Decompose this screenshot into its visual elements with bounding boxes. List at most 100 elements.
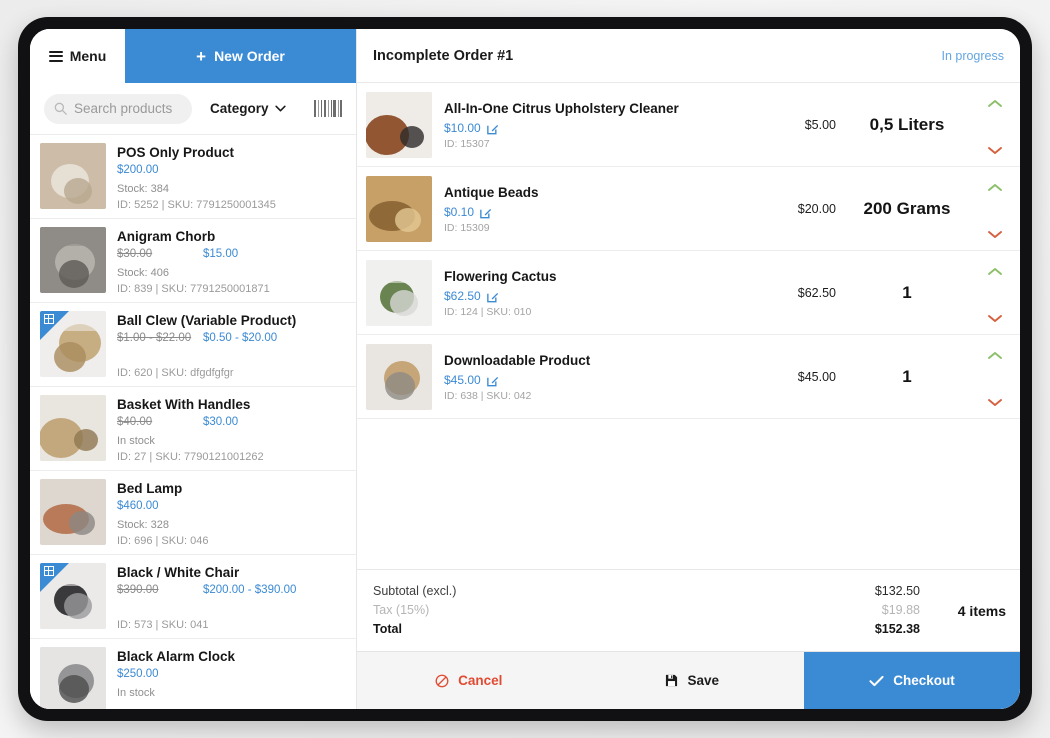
quantity-stepper — [978, 92, 1012, 158]
order-item-name: Flowering Cactus — [444, 268, 557, 284]
product-list[interactable]: POS Only Product $200.00 Stock: 384 ID: 525… — [30, 135, 356, 709]
product-filter-bar: Search products Category — [30, 83, 356, 135]
decrease-quantity-button[interactable] — [986, 395, 1004, 406]
order-item-unit-price: $10.00 — [444, 120, 481, 135]
quantity-stepper — [978, 344, 1012, 410]
tax-label: Tax (15%) — [373, 603, 430, 617]
order-item-price-line: $10.00 — [444, 121, 752, 135]
subtotal-value: $132.50 — [874, 584, 920, 598]
product-prices: $1.00 - $22.00 $0.50 - $20.00 — [117, 332, 344, 347]
subtotal-label: Subtotal (excl.) — [373, 584, 457, 598]
order-item-price-line: $45.00 — [444, 373, 752, 387]
product-thumbnail — [40, 563, 106, 629]
product-list-item[interactable]: Basket With Handles $40.00 $30.00 In stock I… — [30, 387, 356, 471]
product-thumbnail — [40, 143, 106, 209]
product-stock: In stock — [117, 687, 155, 699]
order-item-info: Flowering Cactus $62.50 ID: 124 | SKU: 010 — [444, 268, 752, 318]
product-prices: $30.00 $15.00 — [117, 248, 344, 263]
product-prices: $250.00 — [117, 668, 344, 683]
product-stock: Stock: 328 — [117, 519, 169, 531]
decrease-quantity-button[interactable] — [986, 227, 1004, 238]
product-info: Basket With Handles $40.00 $30.00 In stock I… — [117, 395, 344, 463]
search-icon — [54, 102, 67, 115]
search-input[interactable]: Search products — [44, 93, 192, 124]
edit-pencil-icon[interactable] — [486, 290, 499, 302]
totals-lines: Subtotal (excl.) $132.50 Tax (15%) $19.8… — [373, 582, 920, 639]
product-price: $250.00 — [117, 668, 159, 680]
menu-button[interactable]: Menu — [30, 29, 125, 83]
product-list-item[interactable]: Ball Clew (Variable Product) $1.00 - $22.… — [30, 303, 356, 387]
product-thumbnail — [40, 395, 106, 461]
product-stock — [117, 351, 344, 364]
product-name: POS Only Product — [117, 145, 235, 160]
product-name: Ball Clew (Variable Product) — [117, 313, 297, 328]
product-list-item[interactable]: Black / White Chair $390.00 $200.00 - $390… — [30, 555, 356, 639]
order-item-row[interactable]: Flowering Cactus $62.50 ID: 124 | SKU: 010… — [357, 251, 1020, 335]
save-button[interactable]: Save — [581, 652, 805, 709]
order-item-identifiers: ID: 124 | SKU: 010 — [444, 305, 532, 318]
product-list-item[interactable]: Bed Lamp $460.00 Stock: 328 ID: 696 | SKU: … — [30, 471, 356, 555]
product-list-item[interactable]: POS Only Product $200.00 Stock: 384 ID: 525… — [30, 135, 356, 219]
order-item-thumbnail — [366, 259, 432, 326]
increase-quantity-button[interactable] — [986, 180, 1004, 191]
edit-pencil-icon[interactable] — [480, 206, 492, 218]
increase-quantity-button[interactable] — [986, 264, 1004, 275]
decrease-quantity-button[interactable] — [986, 143, 1004, 154]
save-label: Save — [687, 673, 720, 688]
order-item-unit-price: $62.50 — [444, 288, 481, 303]
order-item-row[interactable]: All-In-One Citrus Upholstery Cleaner $10.… — [357, 83, 1020, 167]
order-item-line-total: $62.50 — [797, 285, 836, 300]
checkout-button[interactable]: Checkout — [804, 652, 1020, 709]
grid-icon — [44, 566, 54, 576]
order-item-quantity[interactable]: 0,5 Liters — [848, 115, 966, 135]
new-order-button[interactable]: + New Order — [125, 29, 356, 83]
increase-quantity-button[interactable] — [986, 348, 1004, 359]
product-list-item[interactable]: Anigram Chorb $30.00 $15.00 Stock: 406 ID: 8… — [30, 219, 356, 303]
decrease-quantity-button[interactable] — [986, 311, 1004, 322]
plus-icon: + — [196, 46, 207, 66]
product-list-item[interactable]: Black Alarm Clock $250.00 In stock — [30, 639, 356, 709]
barcode-scan-button[interactable] — [313, 100, 342, 117]
order-item-unit-price: $45.00 — [444, 372, 481, 387]
product-prices: $40.00 $30.00 — [117, 416, 344, 431]
order-item-quantity[interactable]: 1 — [848, 283, 966, 303]
checkout-label: Checkout — [893, 673, 955, 688]
ban-circle-icon — [435, 674, 449, 687]
product-price: $200.00 — [117, 164, 159, 176]
edit-pencil-icon[interactable] — [486, 374, 499, 386]
increase-quantity-button[interactable] — [986, 96, 1004, 107]
product-prices: $200.00 — [117, 164, 344, 179]
product-info: POS Only Product $200.00 Stock: 384 ID: 525… — [117, 143, 344, 211]
cancel-button[interactable]: Cancel — [357, 652, 581, 709]
order-item-info: All-In-One Citrus Upholstery Cleaner $10.… — [444, 100, 752, 150]
order-item-quantity[interactable]: 200 Grams — [848, 199, 966, 219]
edit-pencil-icon[interactable] — [486, 122, 499, 134]
order-item-line-total: $45.00 — [797, 369, 836, 384]
product-info: Ball Clew (Variable Product) $1.00 - $22.… — [117, 311, 344, 379]
pos-app-screen: Menu + New Order Search products Categor… — [30, 29, 1020, 709]
product-thumbnail — [40, 647, 106, 709]
product-info: Black / White Chair $390.00 $200.00 - $390… — [117, 563, 344, 631]
order-status-badge[interactable]: In progress — [941, 49, 1004, 63]
cancel-label: Cancel — [458, 673, 503, 688]
total-label: Total — [373, 622, 402, 636]
order-item-row[interactable]: Antique Beads $0.10 ID: 15309 $20.00 200 Gra… — [357, 167, 1020, 251]
order-item-row[interactable]: Downloadable Product $45.00 ID: 638 | SKU:… — [357, 335, 1020, 419]
order-item-info: Downloadable Product $45.00 ID: 638 | SKU:… — [444, 352, 752, 402]
product-info: Black Alarm Clock $250.00 In stock — [117, 647, 344, 703]
product-identifiers: ID: 839 | SKU: 7791250001871 — [117, 283, 270, 295]
order-item-quantity[interactable]: 1 — [848, 367, 966, 387]
order-items-list: All-In-One Citrus Upholstery Cleaner $10.… — [357, 83, 1020, 569]
product-info: Bed Lamp $460.00 Stock: 328 ID: 696 | SKU: … — [117, 479, 344, 547]
product-old-price: $1.00 - $22.00 — [117, 332, 192, 344]
product-stock — [117, 603, 344, 616]
product-name: Basket With Handles — [117, 397, 251, 412]
category-dropdown[interactable]: Category — [210, 101, 286, 116]
left-top-bar: Menu + New Order — [30, 29, 356, 83]
products-panel: Menu + New Order Search products Categor… — [30, 29, 357, 709]
order-item-line-total: $20.00 — [797, 201, 836, 216]
product-prices: $390.00 $200.00 - $390.00 — [117, 584, 344, 599]
product-identifiers: ID: 573 | SKU: 041 — [117, 619, 209, 631]
product-info: Anigram Chorb $30.00 $15.00 Stock: 406 ID: 8… — [117, 227, 344, 295]
floppy-disk-icon — [666, 674, 678, 687]
